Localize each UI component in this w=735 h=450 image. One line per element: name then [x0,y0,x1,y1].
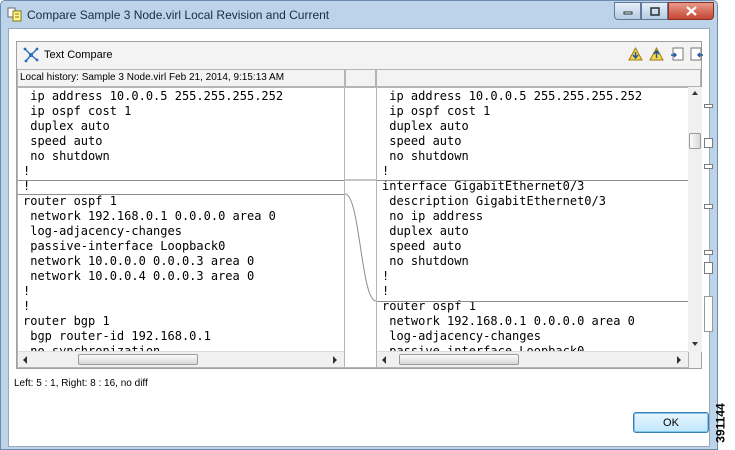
dialog-window: Compare Sample 3 Node.virl Local Revisio… [0,0,718,450]
dialog-content: Text Compare Local history: Sample 3 Nod… [8,28,713,447]
right-code-line: no shutdown [382,149,469,163]
right-scroll-thumb[interactable] [399,354,519,365]
minimize-button[interactable] [614,2,641,20]
right-code-line: network 192.168.0.1 0.0.0.0 area 0 [382,314,635,328]
left-code-line: network 10.0.0.4 0.0.0.3 area 0 [23,269,255,283]
right-code-line: duplex auto [382,224,469,238]
right-code-line: log-adjacency-changes [382,329,541,343]
status-text: Left: 5 : 1, Right: 8 : 16, no diff [14,378,148,389]
scroll-up-icon[interactable] [691,90,699,96]
left-code-line: ! [23,299,31,313]
left-code-line: router bgp 1 [23,314,110,328]
left-code-line: speed auto [23,134,103,148]
right-code-line: speed auto [382,134,462,148]
right-pane-header [376,69,701,87]
right-code-line: description GigabitEthernet0/3 [382,194,606,208]
left-scroll-thumb[interactable] [78,354,198,365]
right-code-line: ip address 10.0.0.5 255.255.255.252 [382,89,643,103]
left-code-line: ! [23,284,31,298]
left-code-line: ip ospf cost 1 [23,104,132,118]
scroll-right-icon[interactable] [676,355,682,365]
text-compare-panel: Text Compare Local history: Sample 3 Nod… [16,41,713,369]
previous-difference-icon[interactable] [648,46,665,63]
compare-toolbar: Text Compare [17,42,703,68]
left-code: ip address 10.0.0.5 255.255.255.252 ip o… [18,89,283,359]
diff-connector-area [345,87,376,368]
overview-viewport[interactable] [704,296,713,332]
right-code-line: ! [382,269,390,283]
right-diff-end-line [377,301,688,302]
overview-marker[interactable] [704,138,713,148]
text-compare-icon [23,47,39,63]
overview-marker[interactable] [704,204,713,209]
right-code: ip address 10.0.0.5 255.255.255.252 ip o… [377,89,642,359]
left-code-line: passive-interface Loopback0 [23,239,226,253]
left-text-pane[interactable]: ip address 10.0.0.5 255.255.255.252 ip o… [17,87,345,368]
left-diff-start-line [18,180,344,181]
right-diff-start-line [377,180,688,181]
overview-marker[interactable] [704,262,713,274]
left-code-line: bgp router-id 192.168.0.1 [23,329,211,343]
diff-connector-graphic [345,179,376,302]
left-code-line: log-adjacency-changes [23,224,182,238]
window-title: Compare Sample 3 Node.virl Local Revisio… [27,8,330,22]
next-difference-icon[interactable] [627,46,644,63]
right-code-line: no shutdown [382,254,469,268]
left-code-line: duplex auto [23,119,110,133]
maximize-button[interactable] [641,2,668,20]
title-bar[interactable]: Compare Sample 3 Node.virl Local Revisio… [1,1,717,28]
left-code-line: ip address 10.0.0.5 255.255.255.252 [23,89,284,103]
left-horizontal-scrollbar[interactable] [18,351,344,367]
figure-id: 391144 [713,400,735,450]
figure-id-label: 391144 [713,403,728,443]
right-code-line: ! [382,284,390,298]
center-pane-header [345,69,376,87]
right-code-line: interface GigabitEthernet0/3 [382,179,585,193]
overview-marker[interactable] [704,164,713,169]
vertical-scroll-thumb[interactable] [689,133,701,149]
left-code-line: ! [23,179,31,193]
close-button[interactable] [668,2,714,20]
scroll-down-icon[interactable] [691,341,699,347]
minimize-icon [623,11,632,15]
right-code-line: speed auto [382,239,462,253]
left-diff-end-line [18,194,344,195]
left-code-line: network 10.0.0.0 0.0.0.3 area 0 [23,254,255,268]
left-code-line: ! [23,164,31,178]
previous-change-icon[interactable] [688,46,705,63]
right-code-line: ! [382,164,390,178]
text-compare-title: Text Compare [44,49,113,61]
scroll-left-icon[interactable] [381,355,387,365]
close-icon [685,6,697,16]
vertical-scrollbar[interactable] [688,87,702,352]
right-code-line: duplex auto [382,119,469,133]
right-code-line: no ip address [382,209,484,223]
right-text-pane[interactable]: ip address 10.0.0.5 255.255.255.252 ip o… [376,87,689,368]
right-code-line: ip ospf cost 1 [382,104,491,118]
left-code-line: network 192.168.0.1 0.0.0.0 area 0 [23,209,276,223]
app-icon [7,7,22,22]
next-change-icon[interactable] [669,46,686,63]
left-code-line: no shutdown [23,149,110,163]
maximize-icon [649,6,660,16]
ok-button[interactable]: OK [633,412,709,433]
overview-marker[interactable] [704,250,713,255]
right-horizontal-scrollbar[interactable] [377,351,688,367]
overview-marker[interactable] [704,104,713,108]
scroll-left-icon[interactable] [22,355,28,365]
left-code-line: router ospf 1 [23,194,117,208]
left-pane-header: Local history: Sample 3 Node.virl Feb 21… [17,69,345,87]
scroll-right-icon[interactable] [332,355,338,365]
